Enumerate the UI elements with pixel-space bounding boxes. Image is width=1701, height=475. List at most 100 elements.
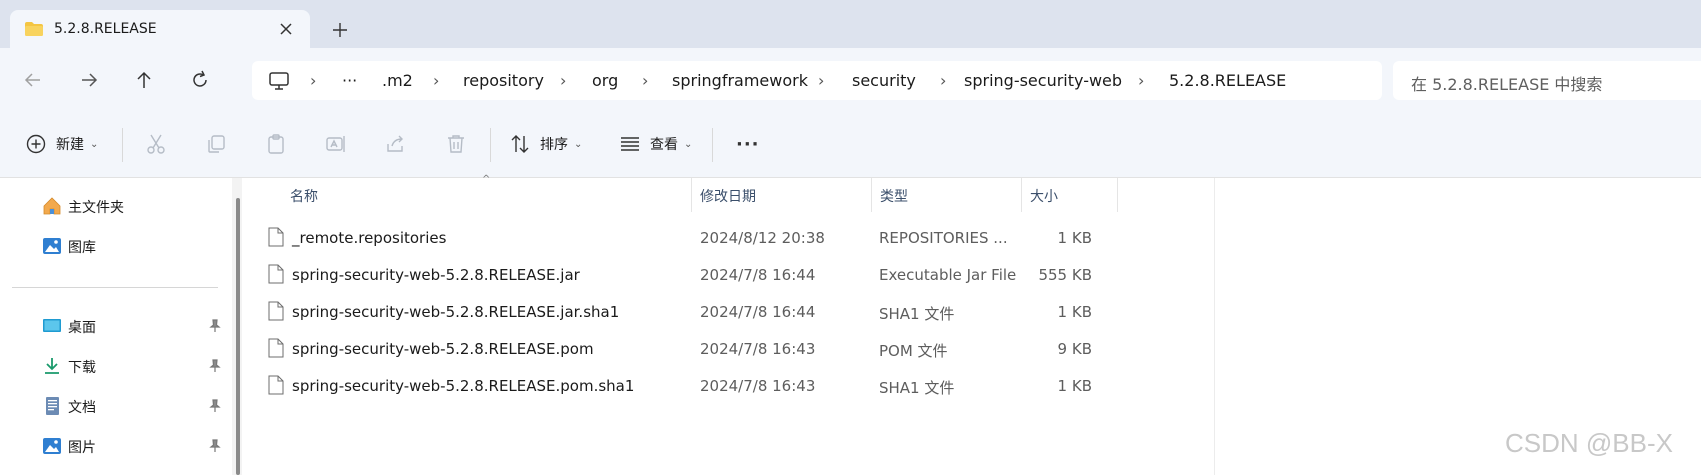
pin-icon[interactable] xyxy=(208,439,222,453)
toolbar-divider xyxy=(122,128,123,162)
sidebar-item-gallery[interactable]: 图库 xyxy=(40,232,230,260)
toolbar-divider xyxy=(490,128,491,162)
breadcrumb-org[interactable]: org xyxy=(592,71,618,90)
table-row[interactable]: spring-security-web-5.2.8.RELEASE.pom.sh… xyxy=(268,368,1368,402)
file-name: spring-security-web-5.2.8.RELEASE.jar.sh… xyxy=(292,303,620,321)
chevron-down-icon: ⌄ xyxy=(684,138,693,150)
sidebar-item-label: 主文件夹 xyxy=(68,200,124,216)
file-name: spring-security-web-5.2.8.RELEASE.pom xyxy=(292,340,594,358)
chevron-down-icon: ⌄ xyxy=(90,138,99,150)
file-size: 1 KB xyxy=(1057,303,1092,321)
computer-icon[interactable] xyxy=(268,71,290,91)
sort-icon xyxy=(511,135,529,153)
breadcrumb: › ··· .m2 › repository › org › springfra… xyxy=(252,61,1382,100)
pin-icon[interactable] xyxy=(208,319,222,333)
table-row[interactable]: spring-security-web-5.2.8.RELEASE.jar.sh… xyxy=(268,294,1368,328)
delete-icon[interactable] xyxy=(444,132,468,156)
new-button[interactable]: 新建 ⌄ xyxy=(24,132,98,156)
file-size: 1 KB xyxy=(1057,229,1092,247)
breadcrumb-spring-security-web[interactable]: spring-security-web xyxy=(964,71,1122,90)
new-tab-button[interactable] xyxy=(330,20,350,40)
file-type: SHA1 文件 xyxy=(879,379,955,397)
chevron-right-icon[interactable]: › xyxy=(818,71,824,90)
plus-circle-icon xyxy=(26,134,46,154)
more-icon: ··· xyxy=(736,133,760,155)
file-icon xyxy=(268,264,284,284)
file-name: spring-security-web-5.2.8.RELEASE.jar xyxy=(292,266,580,284)
chevron-right-icon[interactable]: › xyxy=(642,71,648,90)
breadcrumb-m2[interactable]: .m2 xyxy=(382,71,413,90)
sidebar-item-documents[interactable]: 文档 xyxy=(40,392,230,420)
document-icon xyxy=(46,397,59,415)
sidebar-item-label: 文档 xyxy=(68,400,96,416)
file-type: SHA1 文件 xyxy=(879,305,955,323)
breadcrumb-overflow[interactable]: ··· xyxy=(342,71,357,90)
navigation-row: › ··· .m2 › repository › org › springfra… xyxy=(0,48,1701,110)
up-arrow-icon[interactable] xyxy=(133,69,155,91)
column-header-size[interactable]: 大小 xyxy=(1022,178,1118,212)
more-options-button[interactable]: ··· xyxy=(736,132,760,156)
chevron-right-icon[interactable]: › xyxy=(1138,71,1144,90)
refresh-icon[interactable] xyxy=(189,69,211,91)
view-label: 查看 xyxy=(650,137,678,153)
sidebar-scrollbar[interactable] xyxy=(236,198,240,475)
title-bar: 5.2.8.RELEASE xyxy=(0,0,1701,48)
file-size: 555 KB xyxy=(1038,266,1092,284)
pin-icon[interactable] xyxy=(208,359,222,373)
search-input[interactable]: 在 5.2.8.RELEASE 中搜索 xyxy=(1393,61,1701,100)
back-arrow-icon[interactable] xyxy=(22,69,44,91)
table-row[interactable]: _remote.repositories 2024/8/12 20:38 REP… xyxy=(268,220,1368,254)
gallery-icon xyxy=(43,238,61,254)
home-icon xyxy=(43,197,61,215)
copy-icon[interactable] xyxy=(204,132,228,156)
column-header-name[interactable]: 名称 ^ xyxy=(248,174,692,212)
forward-arrow-icon[interactable] xyxy=(78,69,100,91)
sidebar-item-pictures[interactable]: 图片 xyxy=(40,432,230,460)
command-toolbar: 新建 ⌄ 排序 ⌄ 查看 ⌄ ··· xyxy=(0,110,1701,178)
watermark: CSDN @BB-X xyxy=(1505,428,1673,458)
close-icon[interactable] xyxy=(276,19,296,39)
column-header-type[interactable]: 类型 xyxy=(872,178,1022,212)
file-size: 9 KB xyxy=(1057,340,1092,358)
navigation-pane: 主文件夹 图库 桌面 下载 文档 图片 xyxy=(0,178,232,475)
sidebar-item-label: 桌面 xyxy=(68,320,96,336)
sidebar-item-label: 图库 xyxy=(68,240,96,256)
chevron-right-icon[interactable]: › xyxy=(310,71,316,90)
pictures-icon xyxy=(43,438,61,454)
file-icon xyxy=(268,375,284,395)
sidebar-item-downloads[interactable]: 下载 xyxy=(40,352,230,380)
view-button[interactable]: 查看 ⌄ xyxy=(618,132,692,156)
breadcrumb-security[interactable]: security xyxy=(852,71,916,90)
download-icon xyxy=(45,358,59,374)
sort-label: 排序 xyxy=(540,137,568,153)
file-date: 2024/8/12 20:38 xyxy=(700,229,825,247)
chevron-right-icon[interactable]: › xyxy=(433,71,439,90)
sidebar-item-home[interactable]: 主文件夹 xyxy=(40,192,230,220)
chevron-right-icon[interactable]: › xyxy=(940,71,946,90)
column-name-label: 名称 xyxy=(290,189,318,205)
address-bar[interactable]: › ··· .m2 › repository › org › springfra… xyxy=(252,61,1382,100)
table-row[interactable]: spring-security-web-5.2.8.RELEASE.pom 20… xyxy=(268,331,1368,365)
paste-icon[interactable] xyxy=(264,132,288,156)
sort-button[interactable]: 排序 ⌄ xyxy=(508,132,582,156)
share-icon[interactable] xyxy=(384,132,408,156)
chevron-down-icon: ⌄ xyxy=(574,138,583,150)
toolbar-divider xyxy=(712,128,713,162)
breadcrumb-springframework[interactable]: springframework xyxy=(672,71,808,90)
chevron-right-icon[interactable]: › xyxy=(560,71,566,90)
table-row[interactable]: spring-security-web-5.2.8.RELEASE.jar 20… xyxy=(268,257,1368,291)
breadcrumb-current-folder[interactable]: 5.2.8.RELEASE xyxy=(1169,71,1286,90)
breadcrumb-repository[interactable]: repository xyxy=(463,71,544,90)
file-list: 名称 ^ 修改日期 类型 大小 _remote.repositories 202… xyxy=(248,174,1701,475)
rename-icon[interactable] xyxy=(324,132,348,156)
file-icon xyxy=(268,227,284,247)
tab-current-folder[interactable]: 5.2.8.RELEASE xyxy=(10,10,310,48)
desktop-icon xyxy=(43,319,61,332)
cut-icon[interactable] xyxy=(144,132,168,156)
sidebar-item-desktop[interactable]: 桌面 xyxy=(40,312,230,340)
column-header-date[interactable]: 修改日期 xyxy=(692,178,872,212)
file-icon xyxy=(268,301,284,321)
pin-icon[interactable] xyxy=(208,399,222,413)
file-name: spring-security-web-5.2.8.RELEASE.pom.sh… xyxy=(292,377,635,395)
sidebar-divider xyxy=(12,287,218,288)
